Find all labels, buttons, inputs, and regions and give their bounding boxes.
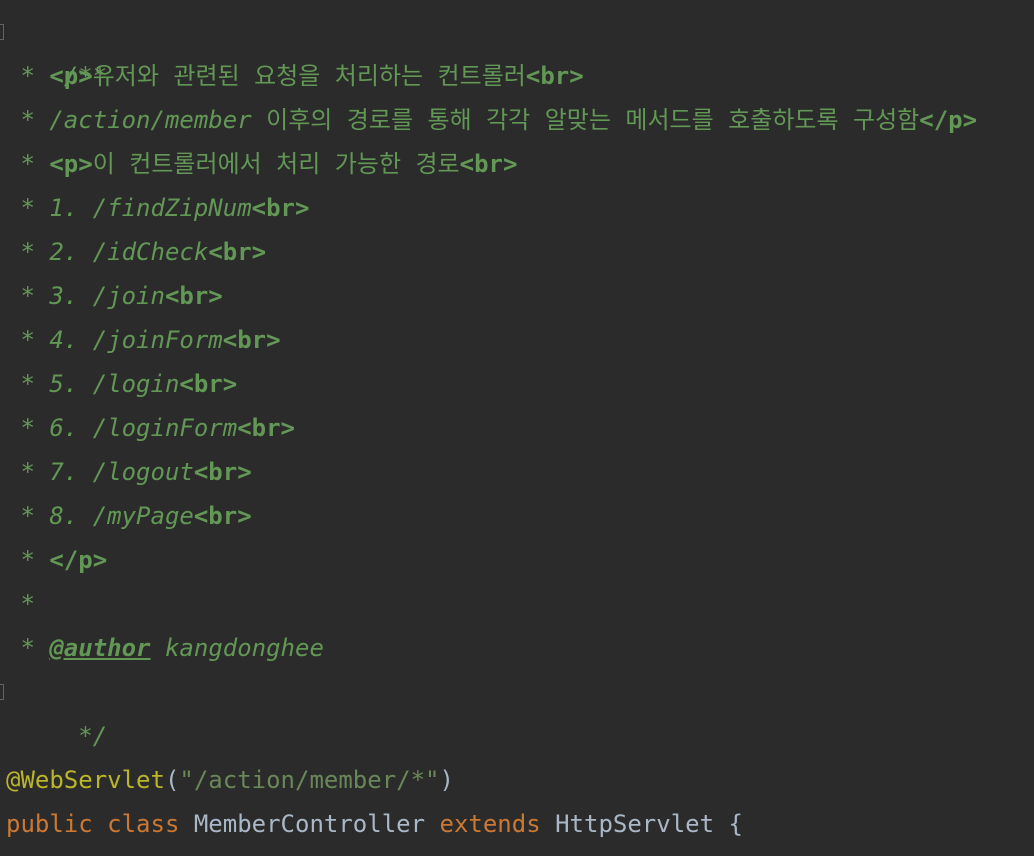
annotation-open-paren: ( (164, 766, 180, 794)
comment-token: 4. /joinForm (49, 326, 223, 354)
comment-token: <br> (193, 502, 252, 530)
comment-star: * (6, 590, 50, 618)
comment-token: </p> (49, 546, 108, 574)
comment-token: 유저와 관련된 요청을 처리하는 컨트롤러 (92, 62, 526, 90)
parent-class: HttpServlet (555, 810, 715, 838)
comment-star: * (6, 150, 50, 178)
comment-star: * (6, 282, 50, 310)
comment-token: 5. /login (49, 370, 180, 398)
comment-close: */ (63, 722, 108, 750)
comment-line: * </p> (0, 538, 1034, 582)
comment-star: * (6, 634, 50, 662)
class-declaration-line: public class MemberController extends Ht… (0, 802, 1034, 846)
comment-line: * /action/member 이후의 경로를 통해 각각 알맞는 메서드를 … (0, 98, 1034, 142)
comment-line: * 3. /join<br> (0, 274, 1034, 318)
comment-line: * <p>이 컨트롤러에서 처리 가능한 경로<br> (0, 142, 1034, 186)
class-name: MemberController (193, 810, 426, 838)
fold-marker-icon[interactable] (0, 24, 4, 40)
annotation-value: "/action/member/*" (179, 766, 440, 794)
comment-token: 7. /logout (49, 458, 194, 486)
comment-token: <br> (222, 326, 281, 354)
comment-star: * (6, 458, 50, 486)
comment-token: <br> (208, 238, 267, 266)
comment-token: 6. /loginForm (49, 414, 238, 442)
comment-token: <br> (193, 458, 252, 486)
comment-token: </p> (919, 106, 978, 134)
keyword-class: class (107, 810, 180, 838)
comment-token: <br> (525, 62, 584, 90)
comment-token: 1. /findZipNum (49, 194, 252, 222)
comment-star: * (6, 238, 50, 266)
comment-line: * (0, 582, 1034, 626)
comment-line: * 2. /idCheck<br> (0, 230, 1034, 274)
comment-token: <br> (179, 370, 238, 398)
open-brace: { (728, 810, 743, 838)
comment-star: * (6, 194, 50, 222)
comment-line: * 4. /joinForm<br> (0, 318, 1034, 362)
comment-token: 이 컨트롤러에서 처리 가능한 경로 (92, 150, 460, 178)
comment-star: * (6, 370, 50, 398)
comment-star: * (6, 546, 50, 574)
comment-star: * (6, 414, 50, 442)
comment-token: 2. /idCheck (49, 238, 209, 266)
comment-star: * (6, 502, 50, 530)
comment-line: * 8. /myPage<br> (0, 494, 1034, 538)
comment-token: <br> (251, 194, 310, 222)
comment-token: <br> (237, 414, 295, 442)
comment-token: <br> (164, 282, 223, 310)
comment-token: 이후의 경로를 통해 각각 알맞는 메서드를 호출하도록 구성함 (266, 106, 920, 134)
annotation-line: @WebServlet("/action/member/*") (0, 758, 1034, 802)
code-editor[interactable]: /** * <p>유저와 관련된 요청을 처리하는 컨트롤러<br> * /ac… (0, 0, 1034, 856)
javadoc-body: * <p>유저와 관련된 요청을 처리하는 컨트롤러<br> * /action… (0, 54, 1034, 670)
comment-line: * 7. /logout<br> (0, 450, 1034, 494)
comment-line: * 6. /loginForm<br> (0, 406, 1034, 450)
comment-close-line: */ (0, 670, 1034, 750)
comment-token: 8. /myPage (49, 502, 194, 530)
comment-token: <p> (49, 150, 93, 178)
annotation-name: @WebServlet (6, 766, 165, 794)
comment-open-line: /** (0, 10, 1034, 90)
keyword-public: public (6, 810, 93, 838)
annotation-close-paren: ) (439, 766, 454, 794)
comment-token: <br> (459, 150, 518, 178)
comment-line: * <p>유저와 관련된 요청을 처리하는 컨트롤러<br> (0, 54, 1034, 98)
comment-line: * 1. /findZipNum<br> (0, 186, 1034, 230)
comment-line: * 5. /login<br> (0, 362, 1034, 406)
comment-star: * (6, 326, 50, 354)
keyword-extends: extends (439, 810, 541, 838)
comment-token: kangdonghee (150, 634, 324, 662)
comment-token: 3. /join (49, 282, 165, 310)
comment-token: @author (49, 634, 151, 662)
comment-line: * @author kangdonghee (0, 626, 1034, 670)
comment-star: * (6, 62, 50, 90)
fold-marker-icon[interactable] (0, 684, 4, 700)
comment-token: /action/member (49, 106, 267, 134)
comment-star: * (6, 106, 50, 134)
comment-token: <p> (49, 62, 93, 90)
